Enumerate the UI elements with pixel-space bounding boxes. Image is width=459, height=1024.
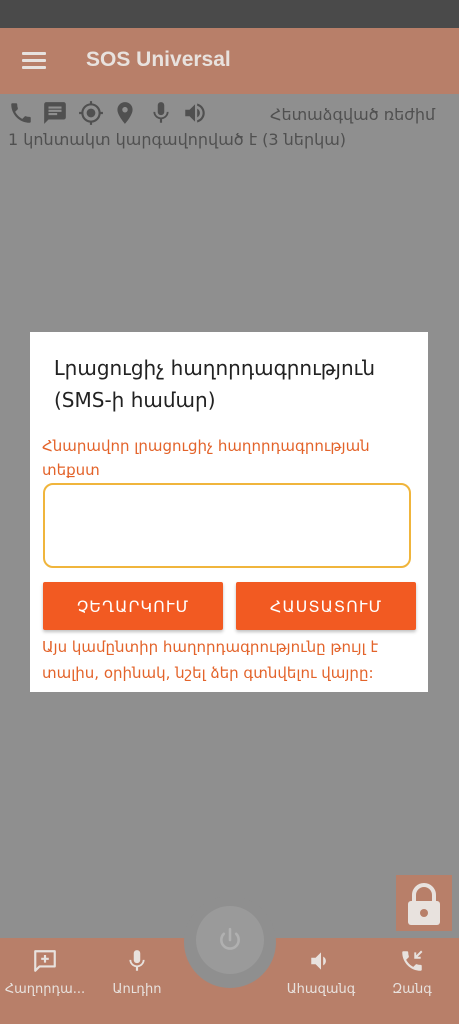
phone-icon	[8, 100, 34, 126]
nav-item-message[interactable]: Հաղորդա...	[0, 944, 90, 1014]
dialog-title: Լրացուցիչ հաղորդագրություն (SMS-ի համար)	[54, 356, 376, 412]
location-pin-icon	[112, 100, 138, 126]
lock-icon	[408, 883, 440, 925]
microphone-icon	[129, 950, 145, 971]
microphone-icon	[148, 100, 174, 126]
nav-item-audio[interactable]: Աուդիո	[92, 944, 182, 1014]
menu-icon[interactable]	[22, 52, 46, 70]
volume-icon	[182, 100, 208, 126]
sms-icon	[42, 100, 68, 126]
nav-item-call[interactable]: Զանգ	[367, 944, 457, 1014]
sos-power-button[interactable]	[196, 906, 264, 974]
message-input[interactable]	[43, 483, 411, 568]
mode-status-text: Հետաձգված ռեժիմ	[270, 105, 436, 124]
app-bar: SOS Universal	[0, 28, 459, 94]
volume-icon	[311, 952, 326, 970]
cancel-button[interactable]: ՉԵՂԱՐԿՈՒՄ	[43, 582, 223, 630]
contact-status-text: 1 կոնտակտ կարգավորված է (3 ներկա)	[8, 130, 347, 149]
add-message-icon	[34, 950, 56, 972]
confirm-button[interactable]: ՀԱՍՏԱՏՈՒՄ	[236, 582, 416, 630]
app-title: SOS Universal	[86, 48, 231, 71]
status-bar	[0, 0, 459, 28]
nav-label-message: Հաղորդա...	[4, 982, 86, 997]
dialog-hint-text: Այս կամընտիր հաղորդագրությունը թույլ է տ…	[42, 638, 379, 682]
call-received-icon	[402, 950, 423, 971]
gps-icon	[78, 100, 104, 126]
additional-message-dialog: Լրացուցիչ հաղորդագրություն (SMS-ի համար)…	[30, 332, 428, 692]
nav-item-alarm[interactable]: Ահազանգ	[276, 944, 366, 1014]
power-icon	[220, 927, 240, 950]
nav-label-call: Զանգ	[392, 982, 432, 997]
lock-button[interactable]	[396, 875, 452, 931]
message-field-label: Հնարավոր լրացուցիչ հաղորդագրության տեքստ	[42, 437, 370, 479]
nav-label-alarm: Ահազանգ	[286, 982, 356, 997]
nav-label-audio: Աուդիո	[112, 982, 162, 997]
